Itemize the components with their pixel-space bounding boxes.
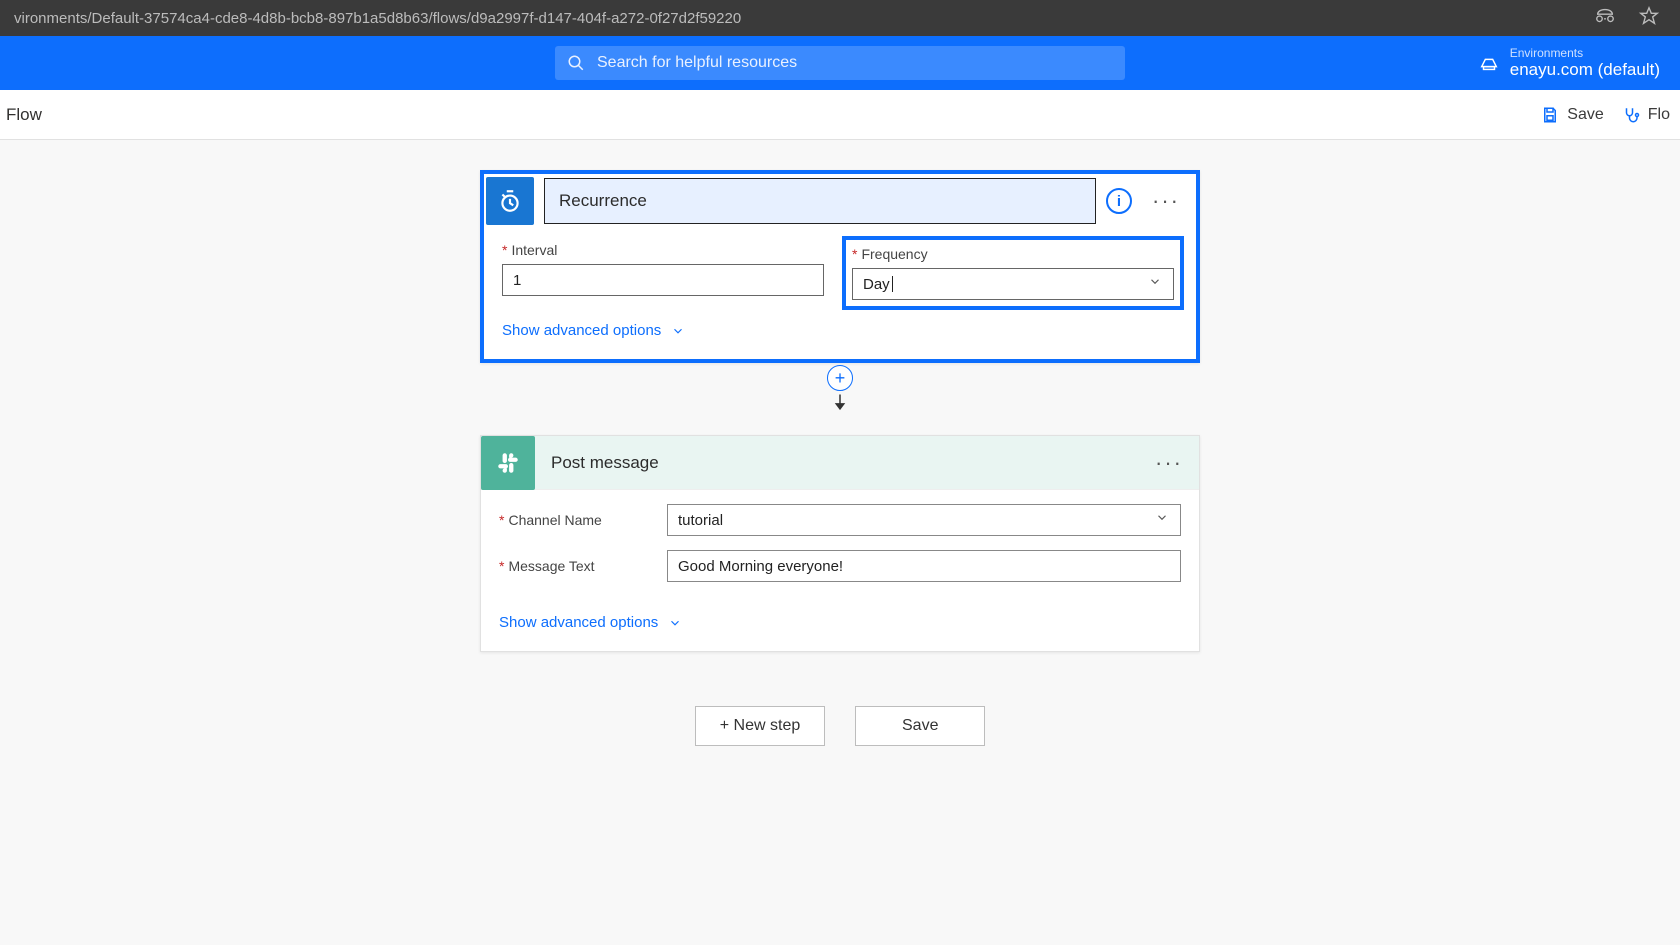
- browser-url-bar: vironments/Default-37574ca4-cde8-4d8b-bc…: [0, 0, 1680, 36]
- search-icon: [567, 54, 585, 72]
- insert-step-button[interactable]: +: [827, 365, 853, 391]
- info-icon[interactable]: [1106, 188, 1132, 214]
- flow-checker-label: Flo: [1648, 106, 1670, 124]
- environment-heading: Environments: [1510, 46, 1660, 60]
- interval-field: *Interval: [502, 242, 824, 304]
- frequency-field-highlight: *Frequency Day: [842, 236, 1184, 310]
- interval-label: *Interval: [502, 242, 824, 258]
- save-button[interactable]: Save: [855, 706, 985, 746]
- environment-name: enayu.com (default): [1510, 60, 1660, 80]
- environment-picker[interactable]: Environments enayu.com (default): [1478, 46, 1660, 80]
- browser-url-text: vironments/Default-37574ca4-cde8-4d8b-bc…: [14, 10, 741, 27]
- environment-icon: [1478, 52, 1500, 74]
- show-advanced-trigger[interactable]: Show advanced options: [502, 304, 1178, 355]
- message-text-input[interactable]: [667, 550, 1181, 582]
- recurrence-icon: [486, 177, 534, 225]
- frequency-selected-value: Day: [863, 276, 890, 293]
- action-card-post-message[interactable]: Post message ··· *Channel Name *Messa: [480, 435, 1200, 652]
- flow-canvas: Recurrence ··· *Interval *Frequency Day: [0, 140, 1680, 746]
- card-menu-icon[interactable]: ···: [1152, 190, 1180, 212]
- stethoscope-icon: [1622, 106, 1640, 124]
- show-advanced-trigger-label: Show advanced options: [502, 322, 661, 339]
- chevron-down-icon: [671, 324, 685, 338]
- page-title: Flow: [4, 105, 42, 125]
- save-command[interactable]: Save: [1541, 106, 1603, 124]
- frequency-select[interactable]: Day: [852, 268, 1174, 300]
- step-connector: +: [480, 363, 1200, 409]
- message-text-label: *Message Text: [499, 558, 649, 574]
- channel-name-label: *Channel Name: [499, 512, 649, 528]
- arrow-down-icon: [831, 393, 849, 416]
- text-cursor: [892, 276, 893, 292]
- flow-checker-command[interactable]: Flo: [1622, 106, 1670, 124]
- trigger-title-input[interactable]: Recurrence: [544, 178, 1096, 224]
- slack-icon: [481, 436, 535, 490]
- frequency-label: *Frequency: [852, 246, 1174, 262]
- save-icon: [1541, 106, 1559, 124]
- search-input[interactable]: [597, 54, 1113, 72]
- footer-buttons: + New step Save: [0, 706, 1680, 746]
- interval-input[interactable]: [502, 264, 824, 296]
- trigger-card-recurrence[interactable]: Recurrence ··· *Interval *Frequency Day: [480, 170, 1200, 363]
- show-advanced-action[interactable]: Show advanced options: [499, 596, 1181, 647]
- search-box[interactable]: [555, 46, 1125, 80]
- card-menu-icon[interactable]: ···: [1155, 452, 1183, 474]
- action-title: Post message: [535, 453, 1155, 473]
- bookmark-star-icon[interactable]: [1638, 5, 1660, 31]
- chevron-down-icon: [668, 616, 682, 630]
- new-step-button[interactable]: + New step: [695, 706, 825, 746]
- app-header: Environments enayu.com (default): [0, 36, 1680, 90]
- incognito-icon: [1594, 5, 1616, 31]
- trigger-title-text: Recurrence: [559, 191, 647, 211]
- save-command-label: Save: [1567, 106, 1603, 124]
- command-bar: Flow Save Flo: [0, 90, 1680, 140]
- channel-name-select[interactable]: [667, 504, 1181, 536]
- show-advanced-action-label: Show advanced options: [499, 614, 658, 631]
